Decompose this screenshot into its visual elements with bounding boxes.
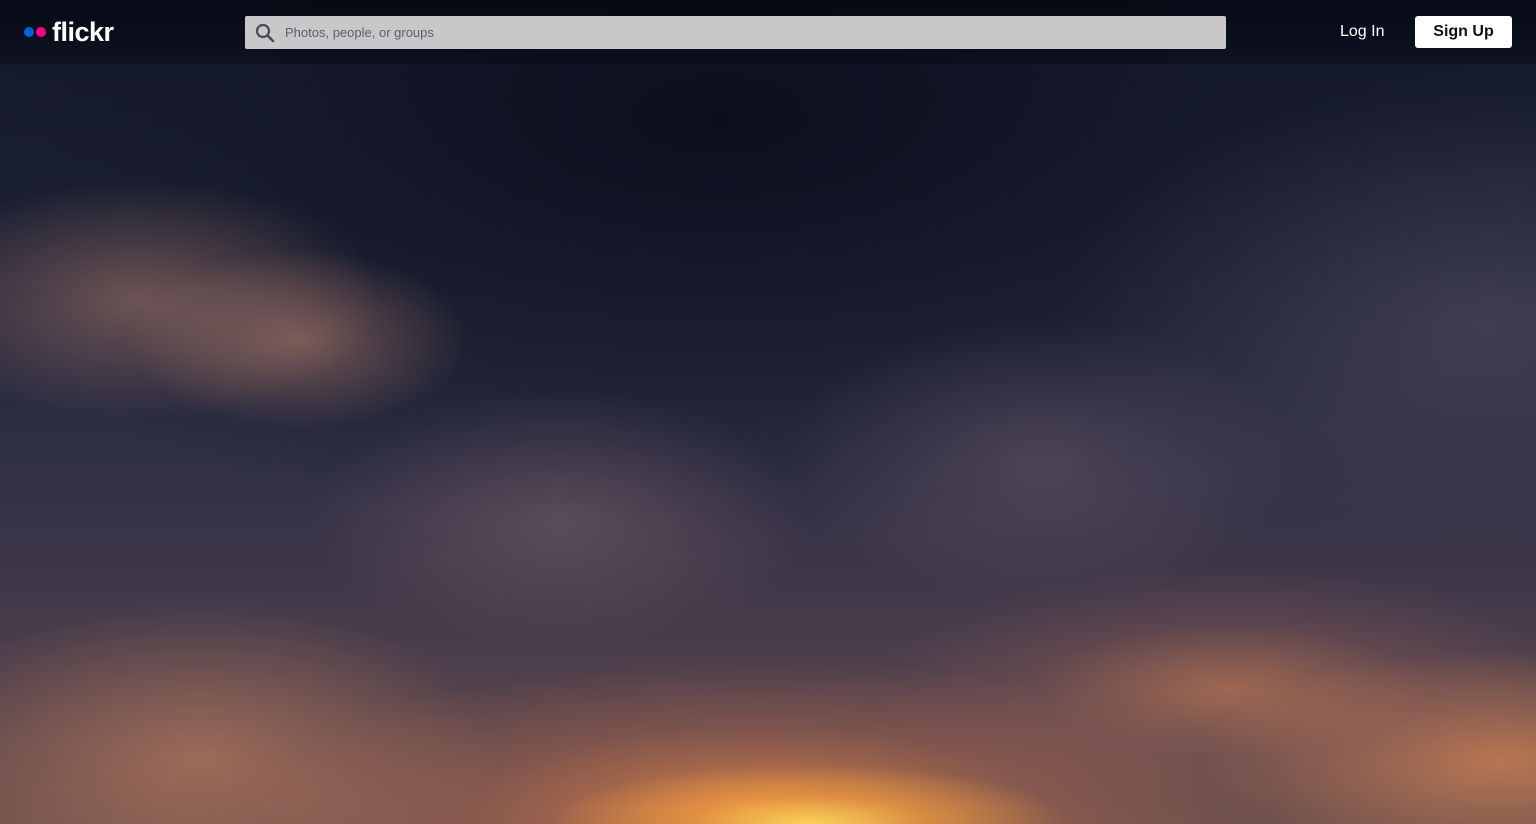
search-input[interactable]: [285, 16, 1226, 49]
search-icon[interactable]: [254, 22, 276, 44]
logo-pink-dot: [36, 27, 46, 37]
search-bar[interactable]: [245, 16, 1226, 49]
hero-background-image: [0, 0, 1536, 824]
login-link[interactable]: Log In: [1340, 20, 1384, 44]
signup-button[interactable]: Sign Up: [1415, 16, 1512, 48]
logo-wordmark: flickr: [52, 17, 114, 47]
top-navigation-bar: flickr Log In Sign Up: [0, 0, 1536, 64]
flickr-logo[interactable]: flickr: [24, 16, 114, 48]
logo-blue-dot: [24, 27, 34, 37]
